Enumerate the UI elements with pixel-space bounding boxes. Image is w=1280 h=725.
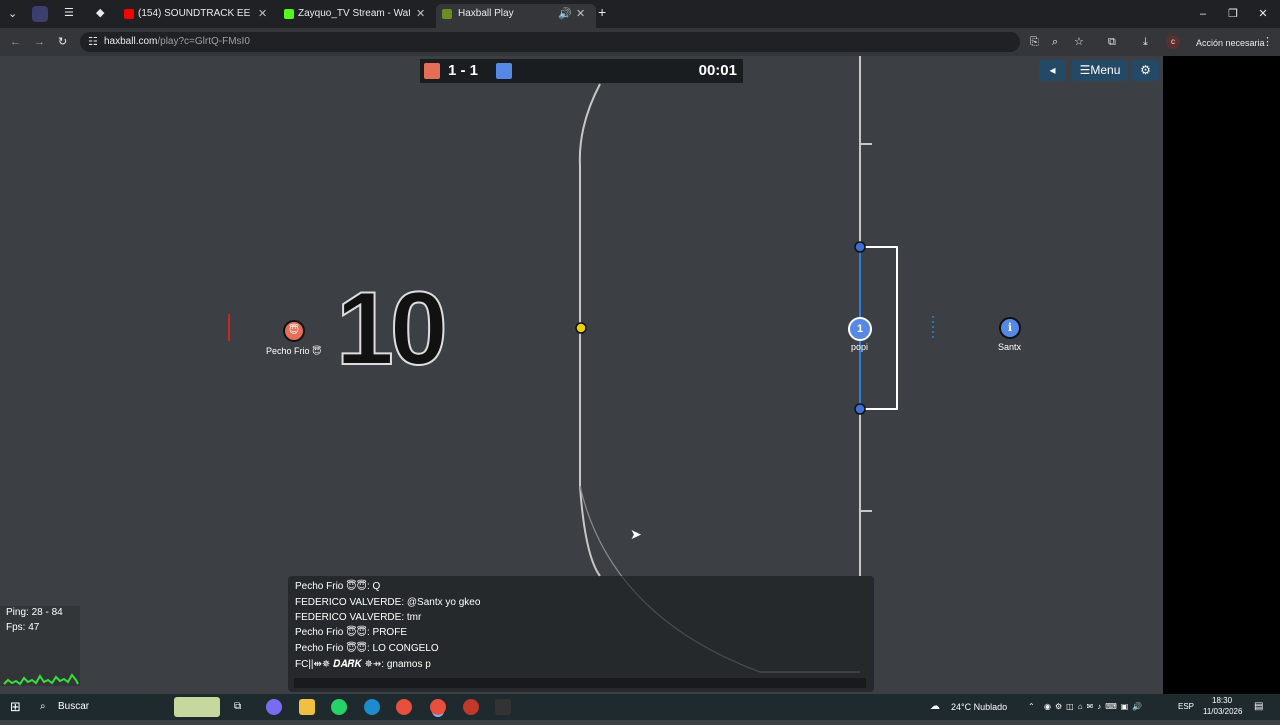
fps-text: Fps: 47 [6,622,40,633]
action-required-button[interactable]: Acción necesaria [1196,35,1265,51]
kick-icon [284,9,294,19]
settings-button[interactable]: ⚙ [1132,60,1159,81]
restore-icon[interactable]: ❐ [1218,4,1248,24]
taskbar: ⊞ ⌕ Buscar ⧉ ☁ 24°C Nublado ⌃ ◉⚙◫⌂✉♪⌨▣🔊 … [0,694,1280,720]
close-tab-icon[interactable]: ✕ [416,4,425,24]
new-tab-icon[interactable]: + [598,4,606,20]
gear-icon: ⚙ [1140,63,1151,77]
tray-icons[interactable]: ◉⚙◫⌂✉♪⌨▣🔊 [1044,694,1146,720]
whatsapp-icon[interactable] [331,699,347,715]
player-avatar: 😇 [288,325,300,336]
reload-icon[interactable]: ↻ [58,34,67,50]
language-indicator[interactable]: ESP [1178,694,1194,720]
score-text: 1 - 1 [448,62,479,79]
player-name-label: popi [851,342,869,352]
copilot-icon[interactable] [266,699,282,715]
pinned-tab-1[interactable] [32,6,48,22]
close-window-icon[interactable]: ✕ [1248,4,1278,24]
jersey-number: 10 [335,270,449,388]
menu-button[interactable]: ☰Menu [1072,60,1128,81]
chat-panel: Pecho Frio 😇😇: Q FEDERICO VALVERDE: @San… [288,576,874,692]
close-tab-icon[interactable]: ✕ [258,4,267,24]
minimize-icon[interactable]: – [1188,4,1218,24]
chat-message: FEDERICO VALVERDE: tmr [295,612,422,623]
close-tab-icon[interactable]: ✕ [576,4,585,24]
mouse-cursor-icon: ➤ [630,526,642,542]
download-icon[interactable]: ⤓ [1143,34,1148,50]
site-info-icon[interactable]: ☷ [88,34,98,50]
windows-start-icon[interactable]: ⊞ [10,694,21,720]
network-stats: Ping: 28 - 84 Fps: 47 [0,606,80,686]
tab-title: Haxball Play [458,8,514,19]
goal-post [854,241,866,253]
ball [575,322,587,334]
chat-message: Pecho Frio 😇😇: Q [295,581,381,592]
weather-icon: ☁ [930,701,940,712]
terminal-icon[interactable] [495,699,511,715]
clock-date[interactable]: 11/03/2026 [1203,699,1242,725]
youtube-icon [124,9,134,19]
player-name-label: Pecho Frio 😇 [266,346,322,356]
back-icon[interactable]: ← [10,34,21,50]
browser-toolbar: ← → ↻ ☷ haxball.com/play?c=GlrtQ-FMsI0 ⎘… [0,28,1280,56]
haxball-icon [442,9,452,19]
blue-team-square [496,63,512,79]
player-name-label: Santx [998,342,1022,352]
tab-title: (154) SOUNDTRACK EEG | TRO [138,8,250,19]
red-team-square [424,63,440,79]
right-margin [1163,56,1280,694]
url-path: /play?c=GlrtQ-FMsI0 [157,36,250,47]
zoom-icon[interactable]: ⌕ [1052,34,1058,50]
translate-icon[interactable]: ⎘ [1030,34,1039,50]
forward-icon[interactable]: → [34,34,45,50]
mute-tab-icon[interactable]: 🔊 [558,4,572,24]
profile-avatar[interactable]: c [1166,35,1180,49]
sound-button[interactable]: ◂ [1039,60,1066,81]
tab-kick[interactable]: Zayquo_TV Stream - Watch Live ✕ [284,4,430,24]
url-host: haxball.com [104,36,158,47]
chrome-icon[interactable] [396,699,412,715]
more-menu-icon[interactable]: ⋮ [1262,34,1273,50]
address-bar[interactable]: ☷ haxball.com/play?c=GlrtQ-FMsI0 ⎘ [80,32,1039,52]
tab-search-icon[interactable]: ⌄ [8,6,17,22]
match-timer: 00:01 [698,62,737,79]
bookmark-star-icon[interactable]: ☆ [1074,34,1084,50]
chat-input[interactable] [294,678,866,688]
pinned-tab-3-icon[interactable]: ◆ [96,5,104,21]
task-view-icon[interactable]: ⧉ [234,694,241,720]
menu-icon: ☰ [1079,63,1091,77]
ping-text: Ping: 28 - 84 [6,607,63,618]
pinned-tab-2-icon[interactable]: ☰ [64,5,74,21]
notifications-icon[interactable]: ▤ [1254,694,1263,720]
tab-bar: ⌄ ☰ ◆ (154) SOUNDTRACK EEG | TRO ✕ Zayqu… [0,0,1280,28]
player-red-1: 😇 [283,320,305,342]
chat-message: Pecho Frio 😇😇: PROFE [295,627,407,638]
file-explorer-icon[interactable] [299,699,315,715]
chat-message: Pecho Frio 😇😇: LO CONGELO [295,643,439,654]
player-blue-1: 1 [848,317,872,341]
menu-label: Menu [1090,63,1121,77]
tab-youtube[interactable]: (154) SOUNDTRACK EEG | TRO ✕ [124,4,274,24]
player-avatar: ℹ [1007,322,1013,334]
taskbar-search[interactable]: Buscar [58,694,89,720]
fps-graph [3,673,79,686]
url-text: haxball.com/play?c=GlrtQ-FMsI0 [104,32,250,52]
show-hidden-icons[interactable]: ⌃ [1028,694,1035,720]
player-avatar: 1 [856,323,864,335]
edge-icon[interactable] [364,699,380,715]
chat-message: FC||⇹✵ 𝑫𝑨𝑹𝑲 ✵⇸: gnamos p [295,659,431,670]
search-icon[interactable]: ⌕ [40,694,46,720]
score-bar: 1 - 1 00:01 [420,59,743,83]
search-highlight-image [174,697,220,717]
extensions-icon[interactable]: ⧉ [1108,34,1116,50]
tab-haxball[interactable]: Haxball Play 🔊 ✕ [436,4,596,28]
chat-message: FEDERICO VALVERDE: @Santx yo gkeo [295,597,481,608]
goal-post [854,403,866,415]
player-blue-2: ℹ [999,317,1021,339]
chrome-icon-2[interactable] [430,699,446,715]
tab-title: Zayquo_TV Stream - Watch Live [298,8,410,19]
app-icon[interactable] [463,699,479,715]
weather-text[interactable]: 24°C Nublado [951,694,1007,720]
